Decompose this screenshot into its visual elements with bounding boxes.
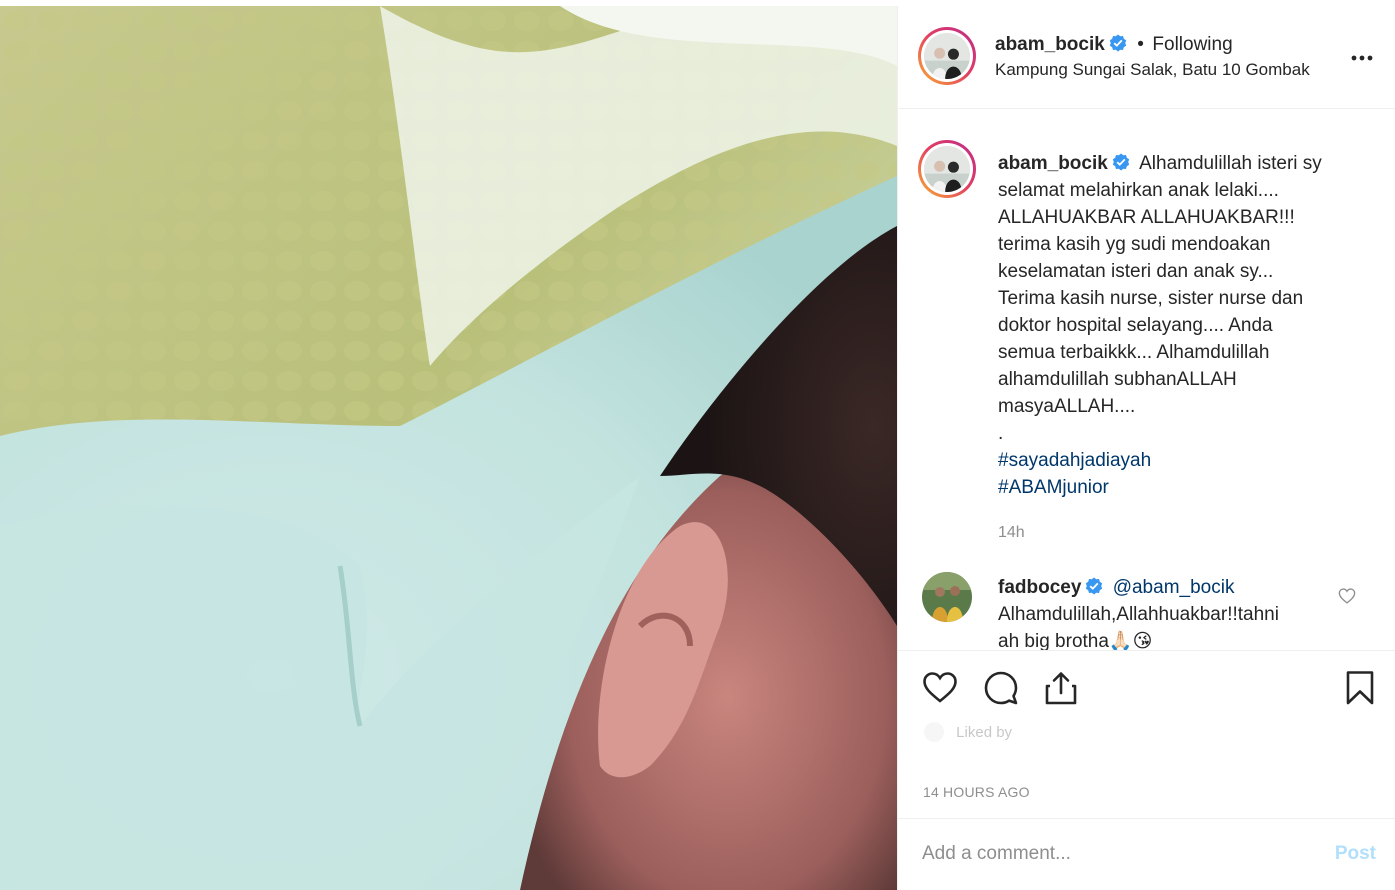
bookmark-icon[interactable]	[1342, 670, 1378, 706]
avatar-photo-image	[922, 572, 972, 622]
caption-line: terima kasih yg sudi mendoakan	[998, 234, 1271, 255]
add-comment-section: Post	[898, 818, 1395, 890]
caption-line: doktor hospital selayang.... Anda	[998, 315, 1273, 336]
share-icon[interactable]	[1043, 670, 1079, 706]
caption-line: keselamatan isteri dan anak sy...	[998, 261, 1274, 282]
verified-badge-icon	[1109, 34, 1127, 52]
author-avatar[interactable]	[918, 27, 976, 85]
following-button[interactable]: Following	[1152, 34, 1232, 55]
verified-badge-icon	[1112, 153, 1130, 171]
heart-icon[interactable]	[922, 670, 958, 706]
caption-line: .	[998, 423, 1004, 444]
comment-icon[interactable]	[983, 670, 1019, 706]
commenter-avatar[interactable]	[922, 572, 972, 622]
likes-text: Liked by	[956, 723, 1013, 741]
verified-badge-icon	[1085, 577, 1103, 595]
caption: abam_bocik Alhamdulillah isteri sy selam…	[998, 150, 1378, 501]
hashtag-link[interactable]: #ABAMjunior	[998, 474, 1378, 501]
like-comment-heart-icon[interactable]	[1338, 588, 1356, 604]
comment-line: ah big brotha🙏🏻😘	[998, 631, 1153, 651]
hashtag-link[interactable]: #sayadahjadiayah	[998, 447, 1378, 474]
comment-line: Alhamdulillah,Allahhuakbar!!tahni	[998, 604, 1279, 625]
commenter-username[interactable]: fadbocey	[998, 577, 1081, 598]
likes-summary[interactable]: Liked by	[924, 722, 1244, 746]
post-timestamp[interactable]: 14 HOURS AGO	[923, 784, 1030, 800]
liker-avatar	[924, 722, 944, 742]
newborn-photo-image	[0, 6, 897, 890]
header-username[interactable]: abam_bocik	[995, 34, 1105, 55]
post-photo[interactable]	[0, 6, 897, 890]
caption-line: Alhamdulillah isteri sy	[1139, 153, 1322, 174]
caption-line: alhamdulillah subhanALLAH	[998, 369, 1237, 390]
comment-mention[interactable]: @abam_bocik	[1113, 577, 1235, 598]
post-header: abam_bocik • Following Kampung Sungai Sa…	[898, 6, 1395, 109]
post-actions	[898, 652, 1395, 722]
add-comment-input[interactable]	[922, 837, 1322, 871]
caption-time[interactable]: 14h	[998, 524, 1025, 542]
caption-line: selamat melahirkan anak lelaki....	[998, 180, 1279, 201]
caption-line: masyaALLAH....	[998, 396, 1136, 417]
caption-line: semua terbaikkk... Alhamdulillah	[998, 342, 1270, 363]
header-separator: •	[1137, 34, 1144, 55]
caption-username[interactable]: abam_bocik	[998, 153, 1108, 174]
caption-line: Terima kasih nurse, sister nurse dan	[998, 288, 1304, 309]
post-location[interactable]: Kampung Sungai Salak, Batu 10 Gombak	[995, 60, 1310, 80]
avatar-photo-image	[924, 33, 970, 79]
comment: fadbocey @abam_bocik Alhamdulillah,Allah…	[998, 574, 1328, 651]
comments-area[interactable]: abam_bocik Alhamdulillah isteri sy selam…	[898, 110, 1395, 651]
post-comment-button[interactable]: Post	[1335, 843, 1376, 865]
avatar-photo-image	[924, 146, 970, 192]
post-side-panel: abam_bocik • Following Kampung Sungai Sa…	[897, 6, 1395, 890]
more-options-icon[interactable]	[1350, 49, 1374, 61]
caption-avatar[interactable]	[918, 140, 976, 198]
caption-line: ALLAHUAKBAR ALLAHUAKBAR!!!	[998, 207, 1295, 228]
